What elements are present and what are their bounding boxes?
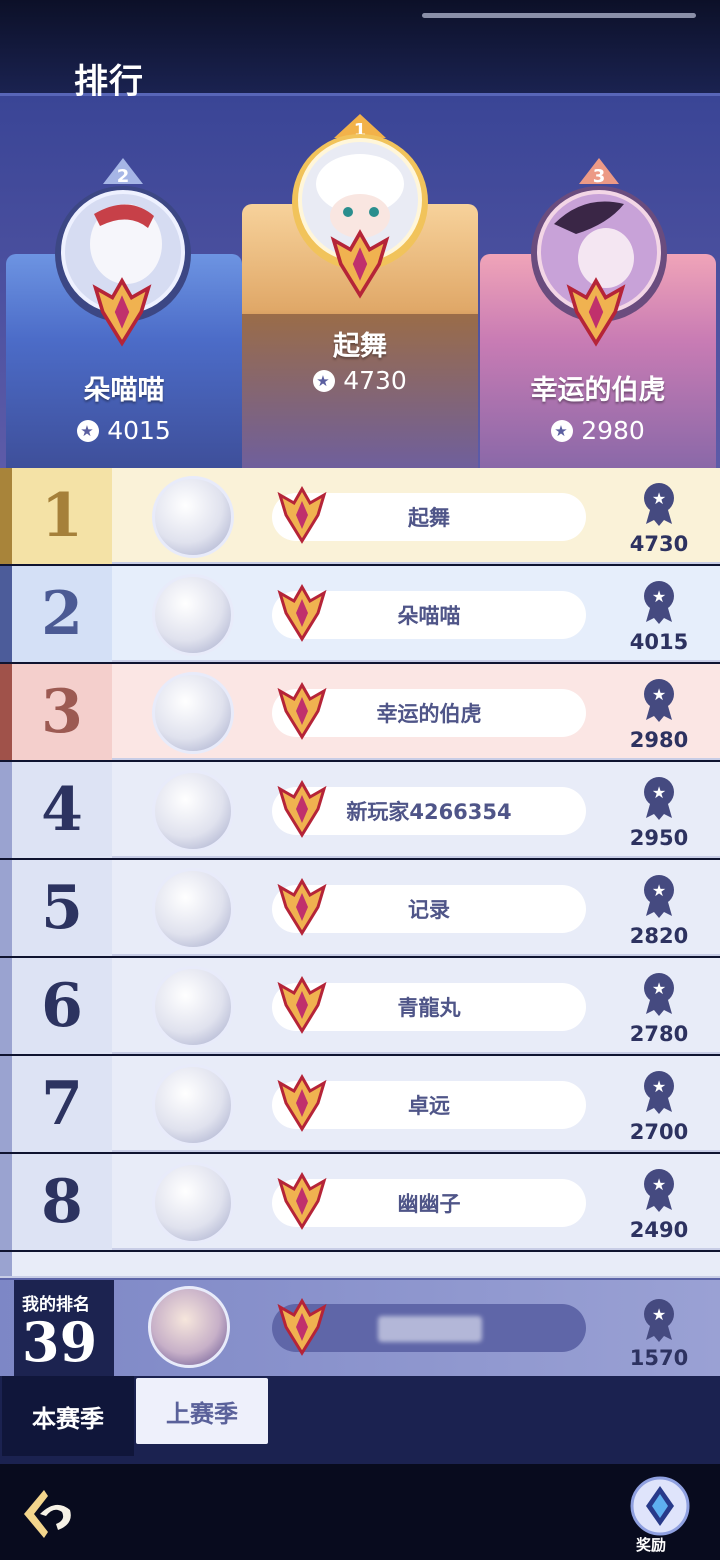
player-score: 4730 [629, 532, 689, 556]
svg-text:★: ★ [652, 587, 666, 606]
rank-number: 4 [12, 762, 112, 858]
row-stripe [0, 566, 12, 662]
medal-icon [313, 370, 336, 392]
svg-text:★: ★ [652, 1305, 666, 1324]
crest-icon [277, 779, 327, 838]
rank-number: 8 [12, 1154, 112, 1250]
table-row[interactable]: 6 青龍丸 ★ 2780 [0, 958, 720, 1054]
podium-third-score: 2980 [480, 416, 716, 445]
podium-first-score: 4730 [242, 366, 478, 395]
medal-icon: ★ [644, 581, 674, 624]
row-stripe [0, 664, 12, 760]
season-tabs: 本赛季 上赛季 [0, 1376, 720, 1464]
podium: 朵喵喵 4015 起舞 4730 幸运的伯虎 2980 2 1 3 [0, 96, 720, 468]
svg-text:★: ★ [652, 783, 666, 802]
avatar[interactable] [152, 476, 234, 558]
medal-icon: ★ [644, 973, 674, 1016]
redacted-name [378, 1316, 482, 1342]
table-row[interactable]: 3 幸运的伯虎 ★ 2980 [0, 664, 720, 760]
crest-icon [566, 277, 626, 347]
player-score: 2490 [629, 1218, 689, 1242]
podium-third-name: 幸运的伯虎 [530, 375, 666, 406]
medal-icon: ★ [644, 875, 674, 918]
rank-number: 2 [12, 566, 112, 662]
crest-icon [277, 485, 327, 544]
crest-icon [277, 681, 327, 740]
crest-icon [277, 1073, 327, 1132]
avatar[interactable] [152, 966, 234, 1048]
crest-icon [277, 975, 327, 1034]
player-score: 2950 [629, 826, 689, 850]
avatar[interactable] [148, 1286, 230, 1368]
medal-icon: ★ [644, 1299, 674, 1342]
medal-icon [77, 420, 100, 442]
avatar[interactable] [152, 672, 234, 754]
avatar[interactable] [152, 1162, 234, 1244]
avatar[interactable] [152, 574, 234, 656]
player-score: 2700 [629, 1120, 689, 1144]
tab-current-season[interactable]: 本赛季 [2, 1376, 134, 1456]
table-row[interactable] [0, 1252, 720, 1278]
bottom-bar: 奖励 [0, 1464, 720, 1560]
my-rank-box: 我的排名 39 [14, 1280, 114, 1376]
player-score: 2980 [629, 728, 689, 752]
avatar[interactable] [152, 770, 234, 852]
crest-icon [330, 229, 390, 299]
crest-icon [92, 277, 152, 347]
back-icon[interactable] [18, 1484, 78, 1544]
row-stripe [0, 1154, 12, 1250]
svg-text:★: ★ [652, 1175, 666, 1194]
row-stripe [0, 762, 12, 858]
medal-icon: ★ [644, 483, 674, 526]
podium-second-score: 4015 [6, 416, 242, 445]
table-row[interactable]: 1 起舞 ★ 4730 [0, 468, 720, 564]
podium-third-rank: 3 [593, 166, 606, 187]
player-score: 2820 [629, 924, 689, 948]
svg-text:★: ★ [652, 881, 666, 900]
rank-number: 6 [12, 958, 112, 1054]
row-stripe [0, 468, 12, 564]
crest-icon [277, 877, 327, 936]
rank-number: 5 [12, 860, 112, 956]
svg-text:★: ★ [652, 979, 666, 998]
table-row[interactable]: 8 幽幽子 ★ 2490 [0, 1154, 720, 1250]
row-stripe [0, 1252, 12, 1276]
rank-number: 3 [12, 664, 112, 760]
avatar[interactable] [152, 868, 234, 950]
svg-text:★: ★ [652, 489, 666, 508]
reward-label: 奖励 [636, 1536, 667, 1554]
row-stripe [0, 958, 12, 1054]
crest-icon [277, 583, 327, 642]
home-indicator [422, 13, 696, 18]
medal-icon: ★ [644, 1169, 674, 1212]
podium-second-name: 朵喵喵 [83, 375, 165, 406]
rank-number: 7 [12, 1056, 112, 1152]
avatar[interactable] [152, 1064, 234, 1146]
table-row[interactable]: 4 新玩家4266354 ★ 2950 [0, 762, 720, 858]
tab-last-season[interactable]: 上赛季 [136, 1378, 268, 1444]
my-rank-number: 39 [22, 1310, 98, 1374]
svg-text:★: ★ [652, 1077, 666, 1096]
table-row[interactable]: 2 朵喵喵 ★ 4015 [0, 566, 720, 662]
row-stripe [0, 1056, 12, 1152]
medal-icon: ★ [644, 679, 674, 722]
podium-second-rank: 2 [117, 166, 130, 187]
player-score: 2780 [629, 1022, 689, 1046]
crest-icon [277, 1171, 327, 1230]
rank-number: 1 [12, 468, 112, 564]
row-stripe [0, 860, 12, 956]
table-row[interactable]: 5 记录 ★ 2820 [0, 860, 720, 956]
svg-text:★: ★ [652, 685, 666, 704]
player-score: 4015 [629, 630, 689, 654]
podium-first-name: 起舞 [333, 331, 387, 362]
medal-icon [551, 420, 574, 442]
crest-icon [277, 1297, 327, 1356]
my-rank-row[interactable]: 我的排名 39 ★ 1570 [0, 1278, 720, 1376]
medal-icon: ★ [644, 1071, 674, 1114]
table-row[interactable]: 7 卓远 ★ 2700 [0, 1056, 720, 1152]
medal-icon: ★ [644, 777, 674, 820]
my-score: 1570 [629, 1346, 689, 1370]
top-bar: 排行 [0, 0, 720, 102]
